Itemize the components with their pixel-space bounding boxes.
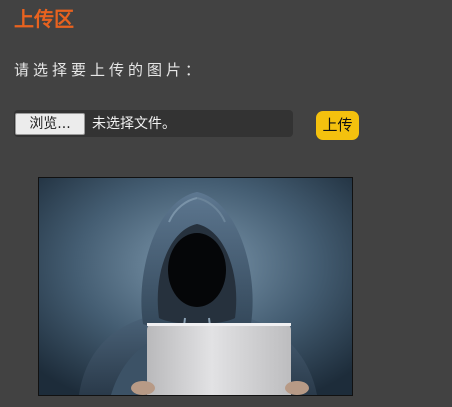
file-status-text: 未选择文件。 [92,115,176,132]
upload-prompt: 请选择要上传的图片： [14,61,205,79]
upload-section-title: 上传区 [14,7,74,31]
file-input[interactable]: 浏览... 未选择文件。 [14,110,293,137]
image-preview [38,177,353,396]
hooded-figure-image [39,178,352,395]
upload-button[interactable]: 上传 [316,111,359,140]
browse-button[interactable]: 浏览... [15,112,85,135]
